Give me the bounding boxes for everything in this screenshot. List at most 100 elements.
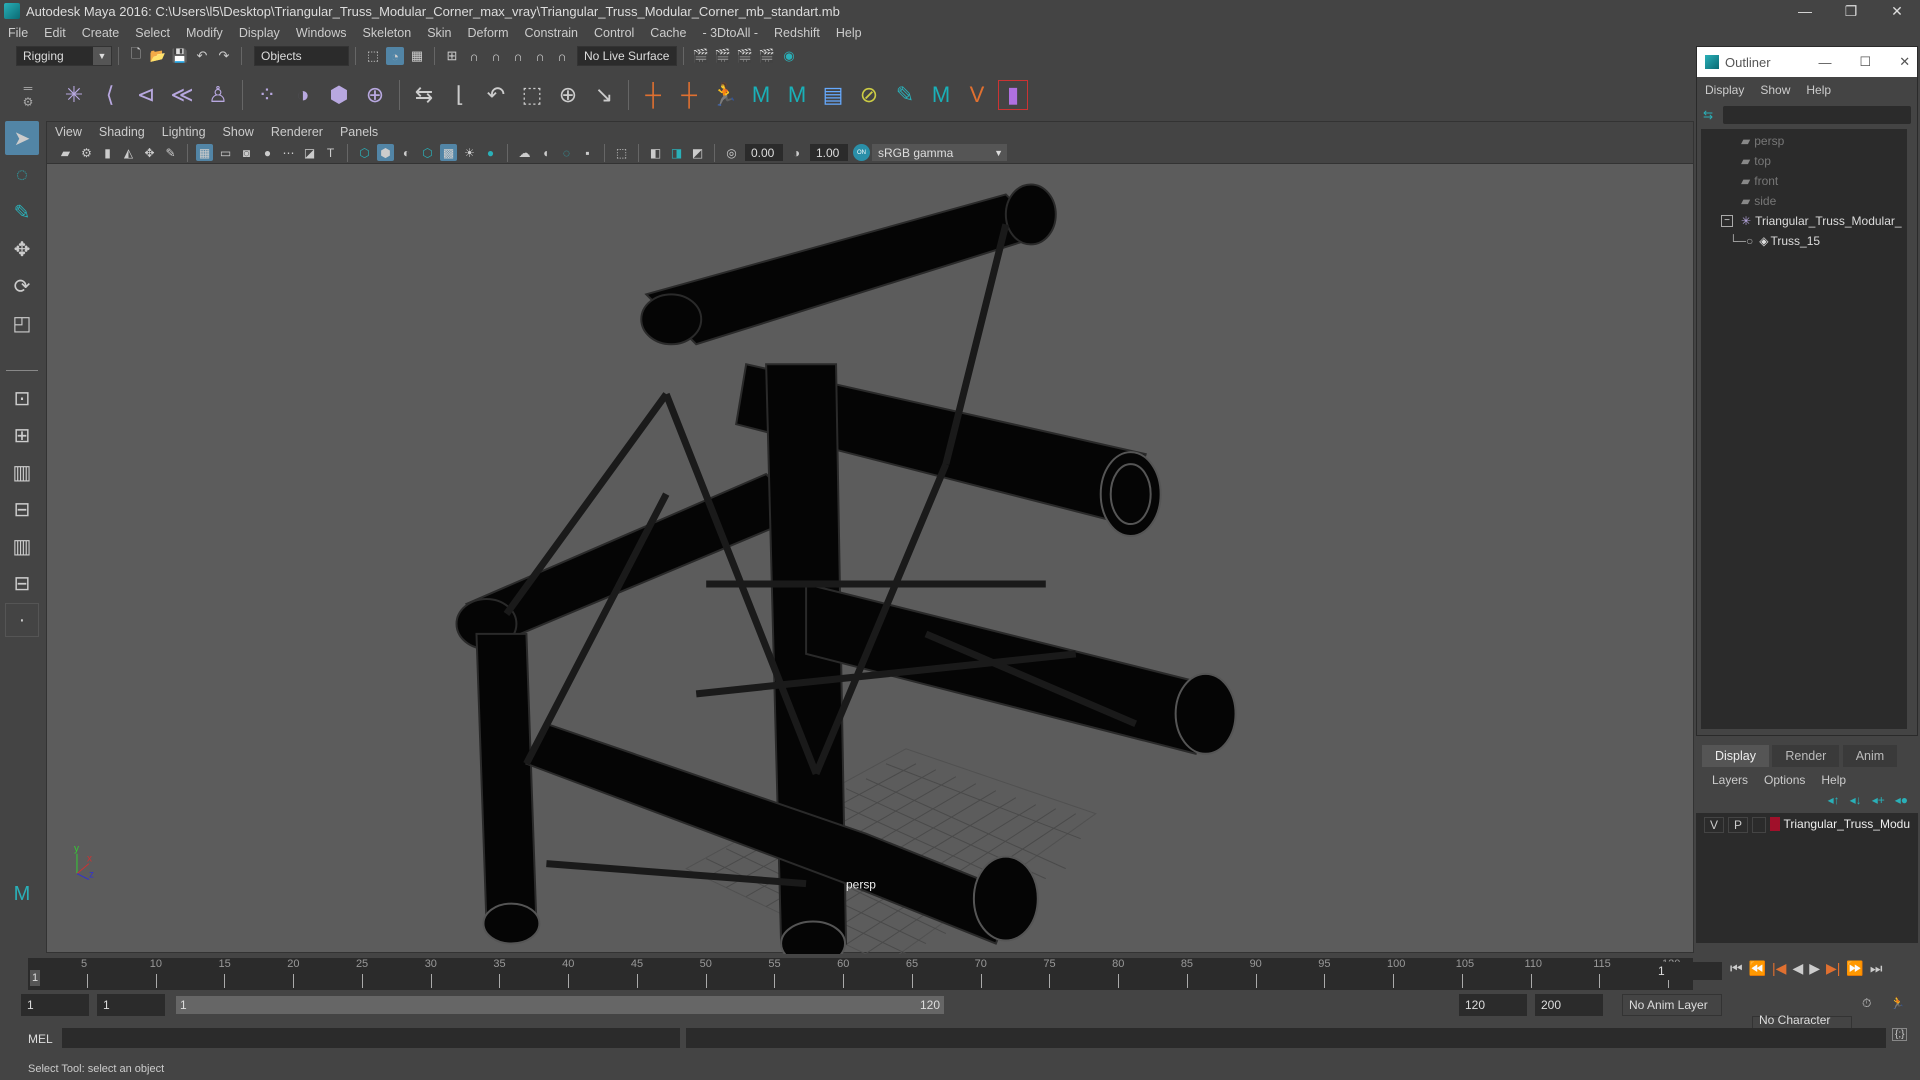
layer-display-type-toggle[interactable] [1752, 817, 1767, 833]
xray-active-icon[interactable]: ◨ [668, 144, 685, 161]
image-plane-icon[interactable]: ◭ [120, 144, 137, 161]
resolution-gate-icon[interactable]: ◙ [238, 144, 255, 161]
menu-redshift[interactable]: Redshift [774, 26, 820, 40]
maya-m-icon[interactable]: M [746, 80, 776, 110]
menu-edit[interactable]: Edit [44, 26, 66, 40]
layout-menu-icon[interactable]: · [5, 603, 39, 637]
outliner-item-top[interactable]: ▰ top [1741, 151, 1771, 171]
anti-aliasing-icon[interactable]: ◌ [558, 144, 575, 161]
layers-menu-help[interactable]: Help [1821, 773, 1846, 787]
screen-space-ao-icon[interactable]: ☁ [516, 144, 533, 161]
image-icon[interactable]: ◩ [689, 144, 706, 161]
menu-constrain[interactable]: Constrain [525, 26, 579, 40]
layer-name[interactable]: Triangular_Truss_Modu [1784, 817, 1911, 831]
animation-start-field[interactable]: 1 [21, 994, 89, 1016]
menu-cache[interactable]: Cache [650, 26, 686, 40]
grease-pencil-icon[interactable]: ✎ [162, 144, 179, 161]
outliner-menu-help[interactable]: Help [1806, 83, 1831, 97]
outliner-item-group[interactable]: − ✳ Triangular_Truss_Modular_ [1721, 211, 1902, 231]
ipr-render-icon[interactable]: 🎬 [736, 47, 754, 65]
outliner-item-persp[interactable]: ▰ persp [1741, 131, 1784, 151]
viewport-panel[interactable]: View Shading Lighting Show Renderer Pane… [46, 121, 1694, 954]
animation-end-field[interactable]: 200 [1535, 994, 1603, 1016]
select-tool-icon[interactable]: ➤ [5, 121, 39, 155]
panel-menu-shading[interactable]: Shading [99, 125, 145, 139]
menu-select[interactable]: Select [135, 26, 170, 40]
snap-point-icon[interactable]: ∩ [487, 47, 505, 65]
play-backwards-icon[interactable]: ◀ [1792, 960, 1803, 977]
outliner-search-input[interactable] [1723, 106, 1911, 124]
safe-action-icon[interactable]: ◪ [301, 144, 318, 161]
auto-key-icon[interactable]: ⏱ [1862, 996, 1871, 1011]
key-constraint-icon[interactable]: ┼ [674, 80, 704, 110]
move-tool-icon[interactable]: ✥ [5, 232, 39, 266]
render-settings-icon[interactable]: 🎬 [758, 47, 776, 65]
paint-select-tool-icon[interactable]: ✎ [5, 195, 39, 229]
gear-icon[interactable]: ⚙ [23, 95, 34, 109]
parent-constraint-icon[interactable]: ⇆ [409, 80, 439, 110]
undo-icon[interactable]: ↶ [193, 47, 211, 65]
script-editor-icon[interactable]: {;} [1892, 1028, 1908, 1041]
step-back-key-icon[interactable]: ⏪ [1749, 960, 1766, 977]
outliner-menu-display[interactable]: Display [1705, 83, 1744, 97]
primitives-icon[interactable]: ▮ [998, 80, 1028, 110]
ik-spline-icon[interactable]: ⊲ [131, 80, 161, 110]
persp-outliner-graph-layout-icon[interactable]: ⊟ [5, 566, 39, 600]
panel-menu-panels[interactable]: Panels [340, 125, 378, 139]
filter-icon[interactable]: ⇆ [1703, 108, 1723, 122]
anim-layer-dropdown[interactable]: No Anim Layer [1622, 994, 1722, 1016]
tab-render[interactable]: Render [1772, 745, 1840, 767]
playback-end-field[interactable]: 120 [1459, 994, 1527, 1016]
camera-icon[interactable]: ▰ [57, 144, 74, 161]
redo-icon[interactable]: ↷ [215, 47, 233, 65]
menu-modify[interactable]: Modify [186, 26, 223, 40]
menu-skeleton[interactable]: Skeleton [363, 26, 412, 40]
time-slider[interactable]: 1 5 10 15 20 25 30 35 40 45 50 55 60 65 70 75 80 85 90 95 10… [28, 958, 1693, 990]
menu-windows[interactable]: Windows [296, 26, 347, 40]
outliner-minimize-button[interactable]: — [1819, 55, 1832, 70]
menu-deform[interactable]: Deform [468, 26, 509, 40]
layer-visibility-toggle[interactable]: V [1704, 817, 1725, 833]
graph-persp-layout-icon[interactable]: ⊟ [5, 492, 39, 526]
single-perspective-layout-icon[interactable]: ⊡ [5, 381, 39, 415]
current-frame-field[interactable]: 1 [1652, 962, 1722, 980]
menu-3dtoall[interactable]: - 3DtoAll - [702, 26, 758, 40]
script-language-toggle[interactable]: MEL [28, 1032, 53, 1046]
shelf-menu-icon[interactable]: ═ [24, 81, 33, 95]
panel-menu-lighting[interactable]: Lighting [162, 125, 206, 139]
layer-playback-toggle[interactable]: P [1728, 817, 1749, 833]
menu-set-dropdown[interactable]: Rigging ▼ [16, 46, 112, 66]
lattice-icon[interactable]: ⬢ [324, 80, 354, 110]
go-to-end-icon[interactable]: ⏭ [1870, 960, 1883, 977]
isolate-select-icon[interactable]: ⬚ [613, 144, 630, 161]
bookmark-icon[interactable]: ▮ [99, 144, 116, 161]
outliner-item-side[interactable]: ▰ side [1741, 191, 1776, 211]
layers-menu-options[interactable]: Options [1764, 773, 1805, 787]
snap-grid-icon[interactable]: ⊞ [443, 47, 461, 65]
select-by-hierarchy-icon[interactable]: ⬚ [364, 47, 382, 65]
gamma-field[interactable]: 1.00 [810, 144, 848, 161]
move-layer-up-icon[interactable]: ◂↑ [1828, 793, 1840, 807]
truss-model[interactable] [455, 183, 1237, 954]
move-layer-down-icon[interactable]: ◂↓ [1850, 793, 1862, 807]
outliner-menu-show[interactable]: Show [1760, 83, 1790, 97]
step-forward-key-icon[interactable]: ⏩ [1846, 960, 1863, 977]
pole-vector-icon[interactable]: ↘ [589, 80, 619, 110]
render-current-frame-icon[interactable]: 🎬 [714, 47, 732, 65]
menu-display[interactable]: Display [239, 26, 280, 40]
save-scene-icon[interactable]: 💾 [171, 47, 189, 65]
snap-view-plane-icon[interactable]: ∩ [509, 47, 527, 65]
select-by-component-icon[interactable]: ▦ [408, 47, 426, 65]
menu-create[interactable]: Create [82, 26, 120, 40]
command-input[interactable] [62, 1028, 680, 1048]
panel-menu-view[interactable]: View [55, 125, 82, 139]
selection-mode-dropdown[interactable]: Objects [254, 46, 349, 66]
render-view-icon[interactable]: 🎬 [692, 47, 710, 65]
panel-menu-show[interactable]: Show [223, 125, 254, 139]
range-slider[interactable]: 1 120 [176, 996, 944, 1014]
film-gate-icon[interactable]: ▭ [217, 144, 234, 161]
mirror-joint-icon[interactable]: ≪ [167, 80, 197, 110]
go-to-start-icon[interactable]: ⏮ [1730, 960, 1743, 977]
xray-icon[interactable]: ⬡ [419, 144, 436, 161]
layers-menu-layers[interactable]: Layers [1712, 773, 1748, 787]
